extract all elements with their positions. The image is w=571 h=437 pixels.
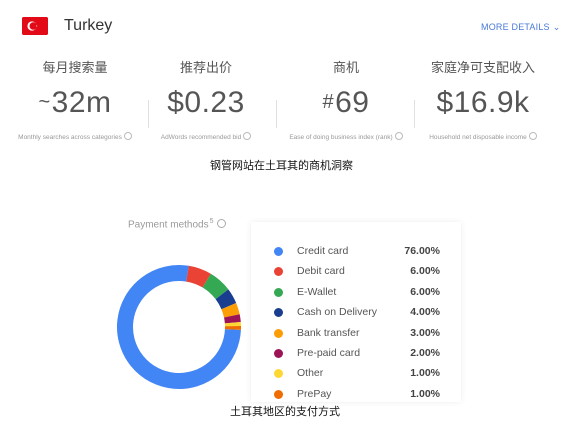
legend-dot-icon — [274, 328, 283, 338]
legend-label: PrePay — [297, 387, 332, 400]
stat-value: $0.23 — [167, 86, 245, 119]
legend-label: Pre-paid card — [297, 347, 361, 359]
info-icon[interactable] — [243, 132, 252, 140]
legend-item: Pre-paid card 2.00% — [251, 344, 461, 364]
info-icon[interactable] — [528, 132, 537, 140]
legend-percent: 4.00% — [410, 306, 440, 319]
legend-label: E-Wallet — [297, 285, 337, 298]
donut-slice-e-wallet[interactable] — [202, 273, 229, 300]
legend-label: Cash on Delivery — [297, 306, 377, 319]
legend-label: Other — [297, 367, 324, 380]
stat-value: #69 — [322, 86, 370, 119]
legend-dot-icon — [274, 389, 283, 399]
more-details-link[interactable]: MORE DETAILS ⌄ — [481, 22, 561, 33]
donut-slice-bank-transfer[interactable] — [221, 303, 240, 318]
legend-percent: 2.00% — [410, 347, 440, 359]
legend-dot-icon — [274, 308, 283, 318]
stat-monthly-searches: 每月搜索量 ~32m Monthly searches across categ… — [10, 57, 140, 143]
legend-item: Credit card 76.00% — [251, 242, 461, 262]
legend-item: E-Wallet 6.00% — [251, 283, 461, 303]
stat-disposable-income: 家庭净可支配收入 $16.9k Household net disposable… — [418, 57, 548, 143]
legend-label: Credit card — [297, 245, 349, 257]
legend-percent: 1.00% — [410, 387, 440, 400]
stat-value: ~32m — [38, 86, 112, 119]
caption-bottom: 土耳其地区的支付方式 — [230, 406, 340, 418]
legend-percent: 1.00% — [410, 367, 440, 380]
donut-slice-cash-on-delivery[interactable] — [215, 289, 237, 310]
caption-top: 钢管网站在土耳其的商机洞察 — [210, 160, 353, 172]
legend-percent: 6.00% — [410, 285, 440, 298]
legend-item: Debit card 6.00% — [251, 262, 461, 282]
divider — [414, 100, 415, 128]
stat-description: Monthly searches across categories — [10, 132, 140, 143]
stat-label: 家庭净可支配收入 — [430, 60, 535, 75]
legend-percent: 6.00% — [410, 265, 440, 278]
info-icon[interactable] — [216, 219, 226, 229]
turkey-flag-icon — [22, 17, 48, 35]
donut-slice-pre-paid-card[interactable] — [223, 314, 241, 324]
info-icon[interactable] — [123, 132, 132, 140]
stat-description: Ease of doing business index (rank) — [281, 132, 411, 143]
donut-slice-debit-card[interactable] — [185, 265, 211, 288]
stat-recommended-bid: 推荐出价 $0.23 AdWords recommended bid — [141, 57, 271, 143]
legend-percent: 3.00% — [410, 326, 440, 339]
legend-dot-icon — [274, 349, 283, 358]
legend-dot-icon — [274, 267, 283, 277]
divider — [276, 100, 277, 128]
legend-item: Bank transfer 3.00% — [251, 324, 461, 344]
legend-percent: 76.00% — [404, 245, 440, 257]
stat-description: Household net disposable income — [418, 132, 548, 143]
info-icon[interactable] — [394, 132, 403, 140]
legend-item: PrePay 1.00% — [251, 385, 461, 402]
stat-description: AdWords recommended bid — [141, 132, 271, 143]
stat-label: 推荐出价 — [179, 60, 232, 75]
legend-label: Debit card — [297, 265, 345, 278]
stat-label: 商机 — [332, 60, 359, 75]
payment-legend: Credit card 76.00% Debit card 6.00% E-Wallet… — [251, 222, 461, 402]
legend-item: Cash on Delivery 4.00% — [251, 303, 461, 323]
legend-label: Bank transfer — [297, 326, 360, 339]
legend-dot-icon — [274, 287, 283, 297]
legend-dot-icon — [274, 247, 283, 256]
legend-item: Other 1.00% — [251, 364, 461, 384]
chevron-down-icon: ⌄ — [552, 22, 561, 32]
country-name: Turkey — [64, 17, 113, 34]
more-details-label: MORE DETAILS — [481, 22, 550, 32]
stat-label: 每月搜索量 — [42, 60, 108, 75]
payment-donut-chart — [117, 265, 241, 389]
payment-methods-title: Payment methods5 — [128, 218, 226, 230]
stat-business-rank: 商机 #69 Ease of doing business index (ran… — [281, 57, 411, 143]
stat-value: $16.9k — [436, 86, 530, 119]
legend-dot-icon — [274, 369, 283, 379]
